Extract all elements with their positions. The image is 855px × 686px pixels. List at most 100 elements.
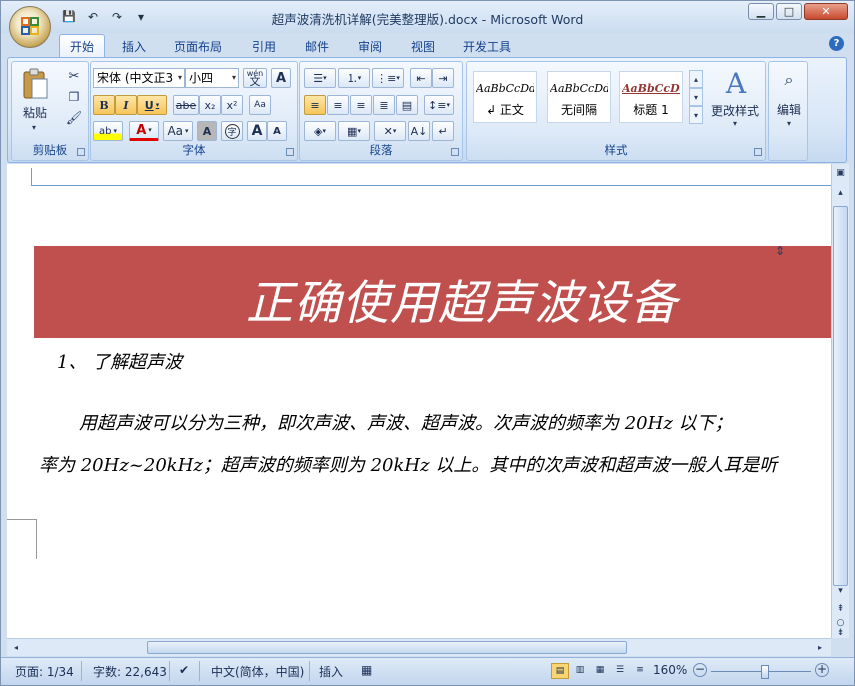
- sort-button[interactable]: A↓: [408, 121, 430, 141]
- document-area[interactable]: 正确使用超声波设备 1、 了解超声波 用超声波可以分为三种，即次声波、声波、超声…: [7, 164, 831, 638]
- scroll-right-icon[interactable]: ▸: [813, 640, 827, 655]
- scroll-up-icon[interactable]: ▴: [833, 186, 848, 201]
- tab-references[interactable]: 引用: [252, 36, 276, 57]
- font-name-combo[interactable]: 宋体 (中文正3 ▾: [93, 68, 185, 88]
- zoom-level[interactable]: 160%: [653, 663, 687, 677]
- minimize-button[interactable]: ▁: [748, 3, 774, 20]
- tab-home[interactable]: 开始: [59, 34, 105, 58]
- print-layout-icon[interactable]: ▤: [551, 663, 569, 679]
- styles-more-icon[interactable]: ▾: [689, 106, 703, 124]
- superscript-button[interactable]: x²: [221, 95, 243, 115]
- grow-font-button[interactable]: A: [247, 121, 267, 141]
- next-page-icon[interactable]: ⇟: [833, 628, 848, 638]
- bold-button[interactable]: B: [93, 95, 115, 115]
- character-border-button[interactable]: A: [271, 68, 291, 88]
- vertical-scrollbar[interactable]: ▣ ▴ ▾ ⇞ ○ ⇟: [831, 164, 849, 638]
- office-button[interactable]: [9, 6, 51, 48]
- character-shading-button[interactable]: A: [197, 121, 217, 141]
- editing-dropdown-icon[interactable]: ▾: [779, 118, 799, 128]
- horizontal-scrollbar[interactable]: ◂ ▸: [7, 638, 831, 656]
- tab-mailings[interactable]: 邮件: [305, 36, 329, 57]
- clear-formatting-button[interactable]: Aa: [249, 95, 271, 115]
- help-icon[interactable]: ?: [829, 36, 844, 51]
- clipboard-launcher-icon[interactable]: [77, 148, 85, 156]
- subscript-button[interactable]: x₂: [199, 95, 221, 115]
- underline-button[interactable]: U ▾: [137, 95, 167, 115]
- paste-label[interactable]: 粘贴: [18, 104, 52, 120]
- align-right-button[interactable]: ≡: [350, 95, 372, 115]
- tab-review[interactable]: 审阅: [358, 36, 382, 57]
- multilevel-list-button[interactable]: ⋮≡ ▾: [372, 68, 404, 88]
- close-button[interactable]: ✕: [804, 3, 848, 20]
- binoculars-icon[interactable]: ⌕: [773, 66, 805, 94]
- web-layout-icon[interactable]: ▦: [591, 663, 609, 679]
- tab-developer[interactable]: 开发工具: [463, 36, 511, 57]
- justify-button[interactable]: ≣: [373, 95, 395, 115]
- change-styles-icon[interactable]: A: [713, 66, 759, 100]
- strikethrough-button[interactable]: abe: [173, 95, 199, 115]
- styles-scroll-down-icon[interactable]: ▾: [689, 88, 703, 106]
- editing-label[interactable]: 编辑: [771, 100, 807, 118]
- italic-button[interactable]: I: [115, 95, 137, 115]
- zoom-in-icon[interactable]: +: [815, 663, 829, 677]
- borders-button[interactable]: ▦ ▾: [338, 121, 370, 141]
- copy-icon[interactable]: ❐: [64, 88, 84, 106]
- tab-page-layout[interactable]: 页面布局: [174, 36, 222, 57]
- vertical-scroll-thumb[interactable]: [833, 206, 848, 586]
- styles-launcher-icon[interactable]: [754, 148, 762, 156]
- enclose-characters-button[interactable]: 字: [221, 121, 243, 141]
- change-case-label: Aa: [167, 124, 184, 138]
- maximize-button[interactable]: □: [776, 3, 802, 20]
- insert-mode[interactable]: 插入: [319, 663, 343, 680]
- style-heading-1[interactable]: AaBbCcDd 标题 1: [619, 71, 683, 123]
- scroll-left-icon[interactable]: ◂: [9, 640, 23, 655]
- macro-recording-icon[interactable]: ▦: [361, 663, 372, 677]
- previous-page-icon[interactable]: ⇞: [833, 602, 848, 617]
- zoom-out-icon[interactable]: −: [693, 663, 707, 677]
- shrink-font-button[interactable]: A: [267, 121, 287, 141]
- align-center-button[interactable]: ≡: [327, 95, 349, 115]
- decrease-indent-button[interactable]: ⇤: [410, 68, 432, 88]
- chinese-layout-button[interactable]: ✕ ▾: [374, 121, 406, 141]
- style-normal-sample: AaBbCcDdI: [476, 82, 534, 95]
- language-indicator[interactable]: 中文(简体，中国): [211, 663, 304, 680]
- outline-icon[interactable]: ☰: [611, 663, 629, 679]
- zoom-slider-thumb[interactable]: [761, 665, 769, 679]
- paste-dropdown-icon[interactable]: ▾: [24, 122, 44, 132]
- status-separator: [169, 661, 170, 681]
- paste-icon[interactable]: [18, 65, 52, 103]
- word-count[interactable]: 字数: 22,643: [93, 663, 167, 680]
- phonetic-guide-button[interactable]: wén 文: [243, 68, 267, 88]
- align-left-button[interactable]: ≡: [304, 95, 326, 115]
- ruler-toggle-icon[interactable]: ▣: [833, 166, 848, 181]
- paragraph-launcher-icon[interactable]: [451, 148, 459, 156]
- full-screen-reading-icon[interactable]: ▥: [571, 663, 589, 679]
- page-count[interactable]: 页面: 1/34: [15, 663, 74, 680]
- paragraph-line-2: 率为 20Hz~20kHz；超声波的频率则为 20kHz 以上。其中的次声波和超…: [39, 455, 778, 476]
- change-styles-label[interactable]: 更改样式: [705, 102, 765, 118]
- format-painter-icon[interactable]: 🖌: [64, 109, 84, 127]
- highlight-button[interactable]: ab ▾: [93, 121, 123, 141]
- draft-icon[interactable]: ≡: [631, 663, 649, 679]
- tab-view[interactable]: 视图: [411, 36, 435, 57]
- change-styles-dropdown-icon[interactable]: ▾: [725, 118, 745, 128]
- styles-scroll-up-icon[interactable]: ▴: [689, 70, 703, 88]
- scroll-down-icon[interactable]: ▾: [833, 584, 848, 599]
- shading-button[interactable]: ◈ ▾: [304, 121, 336, 141]
- tab-insert[interactable]: 插入: [122, 36, 146, 57]
- bullets-button[interactable]: ☰ ▾: [304, 68, 336, 88]
- horizontal-scroll-thumb[interactable]: [147, 641, 627, 654]
- font-color-button[interactable]: A ▾: [129, 121, 159, 141]
- line-spacing-button[interactable]: ↕≡ ▾: [424, 95, 454, 115]
- style-normal[interactable]: AaBbCcDdI ↲ 正文: [473, 71, 537, 123]
- change-case-button[interactable]: Aa ▾: [163, 121, 193, 141]
- style-no-spacing[interactable]: AaBbCcDdI 无间隔: [547, 71, 611, 123]
- show-marks-button[interactable]: ↵: [432, 121, 454, 141]
- proofing-icon[interactable]: ✔: [179, 663, 189, 677]
- font-launcher-icon[interactable]: [286, 148, 294, 156]
- distributed-button[interactable]: ▤: [396, 95, 418, 115]
- numbering-button[interactable]: ⒈ ▾: [338, 68, 370, 88]
- font-size-combo[interactable]: 小四 ▾: [185, 68, 239, 88]
- increase-indent-button[interactable]: ⇥: [432, 68, 454, 88]
- cut-icon[interactable]: ✂: [64, 67, 84, 85]
